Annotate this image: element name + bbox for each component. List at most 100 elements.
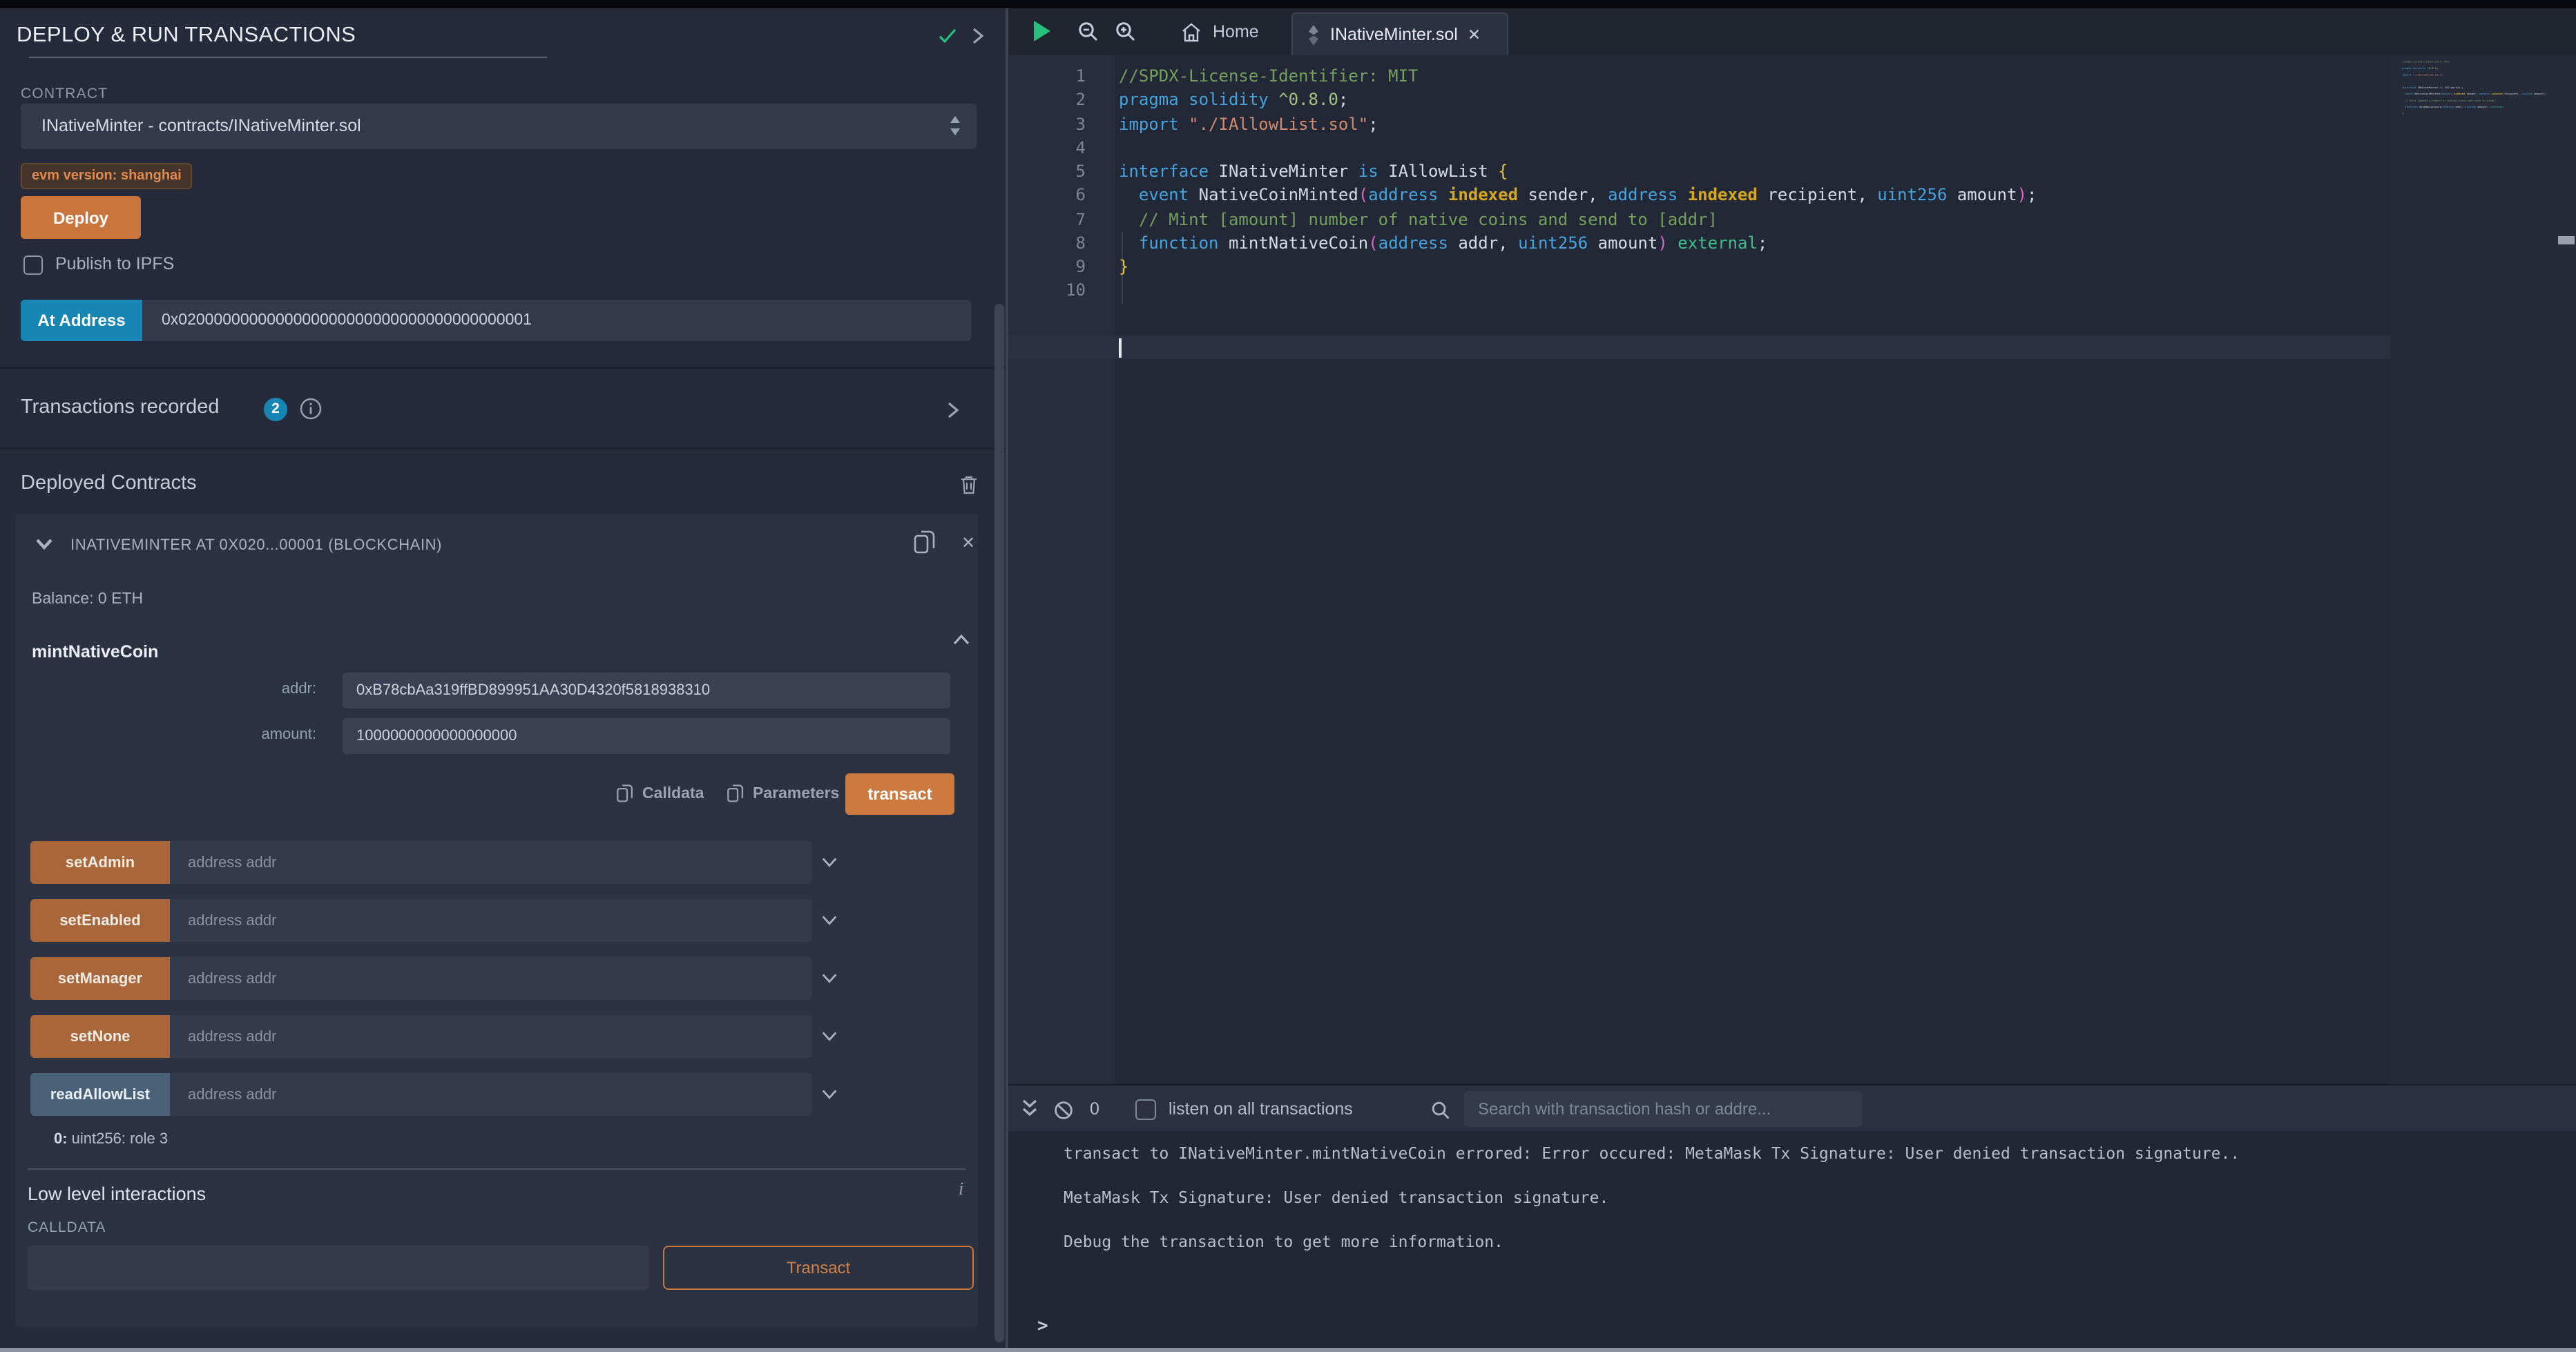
editor-scrollbar-handle[interactable] [2558,236,2575,244]
tab-home-label: Home [1213,22,1259,41]
addr-param-label: addr: [15,681,316,697]
terminal-expand-icon[interactable] [1021,1098,1039,1120]
readAllowList-button[interactable]: readAllowList [30,1073,170,1116]
setEnabled-button[interactable]: setEnabled [30,899,170,942]
panel-title: DEPLOY & RUN TRANSACTIONS [17,23,356,48]
current-line-highlight [1008,336,2391,360]
addr-param-input[interactable] [343,673,950,708]
contract-select[interactable]: INativeMinter - contracts/INativeMinter.… [21,104,977,149]
contract-label: CONTRACT [21,86,108,102]
close-icon[interactable]: ✕ [961,533,975,552]
instance-balance: Balance: 0 ETH [32,591,143,608]
editor-minimap[interactable]: //SPDX-License-Identifier: MITpragma sol… [2391,55,2557,1084]
transactions-recorded-label: Transactions recorded [21,396,219,418]
function-row: setEnabled [30,899,963,942]
chevron-down-icon[interactable] [820,969,838,987]
terminal-prompt[interactable]: > [1037,1316,1048,1337]
terminal-panel: 0 listen on all transactions transact to… [1008,1084,2576,1352]
at-address-button[interactable]: At Address [21,300,142,341]
transactions-count-badge: 2 [264,398,287,421]
listen-all-checkbox[interactable] [1135,1099,1156,1120]
listen-all-label: listen on all transactions [1169,1099,1353,1119]
contract-select-value: INativeMinter - contracts/INativeMinter.… [41,116,361,135]
tab-inativeminter[interactable]: INativeMinter.sol ✕ [1291,12,1508,55]
function-row: setNone [30,1015,963,1058]
title-underline [29,57,547,58]
setAdmin-input[interactable] [170,841,812,884]
copy-calldata-button[interactable]: Calldata [616,783,704,804]
setManager-button[interactable]: setManager [30,957,170,1000]
code-content[interactable]: //SPDX-License-Identifier: MITpragma sol… [1119,65,2037,303]
deploy-button[interactable]: Deploy [21,196,141,239]
amount-param-input[interactable] [343,718,950,754]
function-name: mintNativeCoin [32,642,158,661]
setAdmin-button[interactable]: setAdmin [30,841,170,884]
at-address-input[interactable] [142,300,971,341]
code-editor[interactable]: 12345678910 //SPDX-License-Identifier: M… [1008,55,2576,1084]
tab-file-label: INativeMinter.sol [1330,25,1458,44]
copy-parameters-button[interactable]: Parameters [727,783,839,804]
editor-tab-bar: Home INativeMinter.sol ✕ [1008,8,2576,55]
chevron-down-icon[interactable] [820,911,838,929]
setEnabled-input[interactable] [170,899,812,942]
evm-version-badge: evm version: shanghai [21,163,193,189]
function-row: setManager [30,957,963,1000]
amount-param-label: amount: [15,726,316,743]
function-row: readAllowList [30,1073,963,1116]
line-numbers: 12345678910 [1008,65,1086,303]
chevron-up-icon[interactable] [952,632,971,646]
info-icon[interactable] [300,398,322,420]
instance-title: INATIVEMINTER AT 0X020...00001 (BLOCKCHA… [70,537,442,554]
output-value: uint256: role 3 [68,1131,169,1148]
transactions-expand-chevron-icon[interactable] [945,400,961,420]
low-level-interactions-title: Low level interactions [28,1184,206,1204]
chevron-down-icon[interactable] [820,1027,838,1045]
search-icon [1431,1101,1450,1120]
setNone-input[interactable] [170,1015,812,1058]
transact-button[interactable]: transact [845,773,954,815]
function-row: setAdmin [30,841,963,884]
calldata-input[interactable] [28,1246,649,1290]
zoom-out-icon[interactable] [1077,21,1099,43]
readAllowList-output: 0: uint256: role 3 [54,1131,168,1148]
minimap-code: //SPDX-License-Identifier: MITpragma sol… [2402,61,2557,125]
copy-icon[interactable] [913,529,936,555]
window-top-strip [0,0,2576,8]
select-arrows-icon [949,115,961,137]
setNone-button[interactable]: setNone [30,1015,170,1058]
zoom-in-icon[interactable] [1115,21,1137,43]
publish-ipfs-label: Publish to IPFS [55,254,174,273]
terminal-log-line: transact to INativeMinter.mintNativeCoin… [1064,1143,2240,1163]
publish-ipfs-checkbox[interactable] [23,255,43,275]
panel-scrollbar[interactable] [994,304,1004,1342]
compile-success-check-icon [936,25,959,47]
chevron-down-icon[interactable] [820,853,838,871]
setManager-input[interactable] [170,957,812,1000]
terminal-search-input[interactable] [1464,1091,1862,1127]
chevron-down-icon[interactable] [35,537,54,551]
panel-collapse-chevron-icon[interactable] [970,26,986,46]
info-icon[interactable]: i [959,1178,963,1200]
calldata-caption: CALLDATA [28,1219,106,1236]
readAllowList-input[interactable] [170,1073,812,1116]
tab-home[interactable]: Home [1167,8,1273,55]
text-cursor [1119,338,1121,357]
trash-icon[interactable] [959,474,979,496]
transactions-recorded-section: Transactions recorded 2 [0,367,1006,449]
editor-scrollbar-track[interactable] [2557,55,2576,1084]
output-index: 0: [54,1131,68,1148]
terminal-toolbar: 0 listen on all transactions [1008,1084,2576,1131]
chevron-down-icon[interactable] [820,1085,838,1103]
window-bottom-strip [0,1348,2576,1352]
transaction-count: 0 [1090,1099,1099,1119]
terminal-log-line: MetaMask Tx Signature: User denied trans… [1064,1188,1608,1207]
close-icon[interactable]: ✕ [1468,25,1481,44]
solidity-icon [1307,24,1320,45]
deployed-contracts-header: Deployed Contracts [21,472,197,494]
deploy-run-panel: DEPLOY & RUN TRANSACTIONS CONTRACT INati… [0,8,1006,1352]
run-script-play-icon[interactable] [1032,19,1052,43]
copy-parameters-label: Parameters [753,785,839,802]
remix-ide: DEPLOY & RUN TRANSACTIONS CONTRACT INati… [0,0,2576,1352]
clear-console-icon[interactable] [1054,1101,1073,1120]
low-level-transact-button[interactable]: Transact [663,1246,974,1290]
